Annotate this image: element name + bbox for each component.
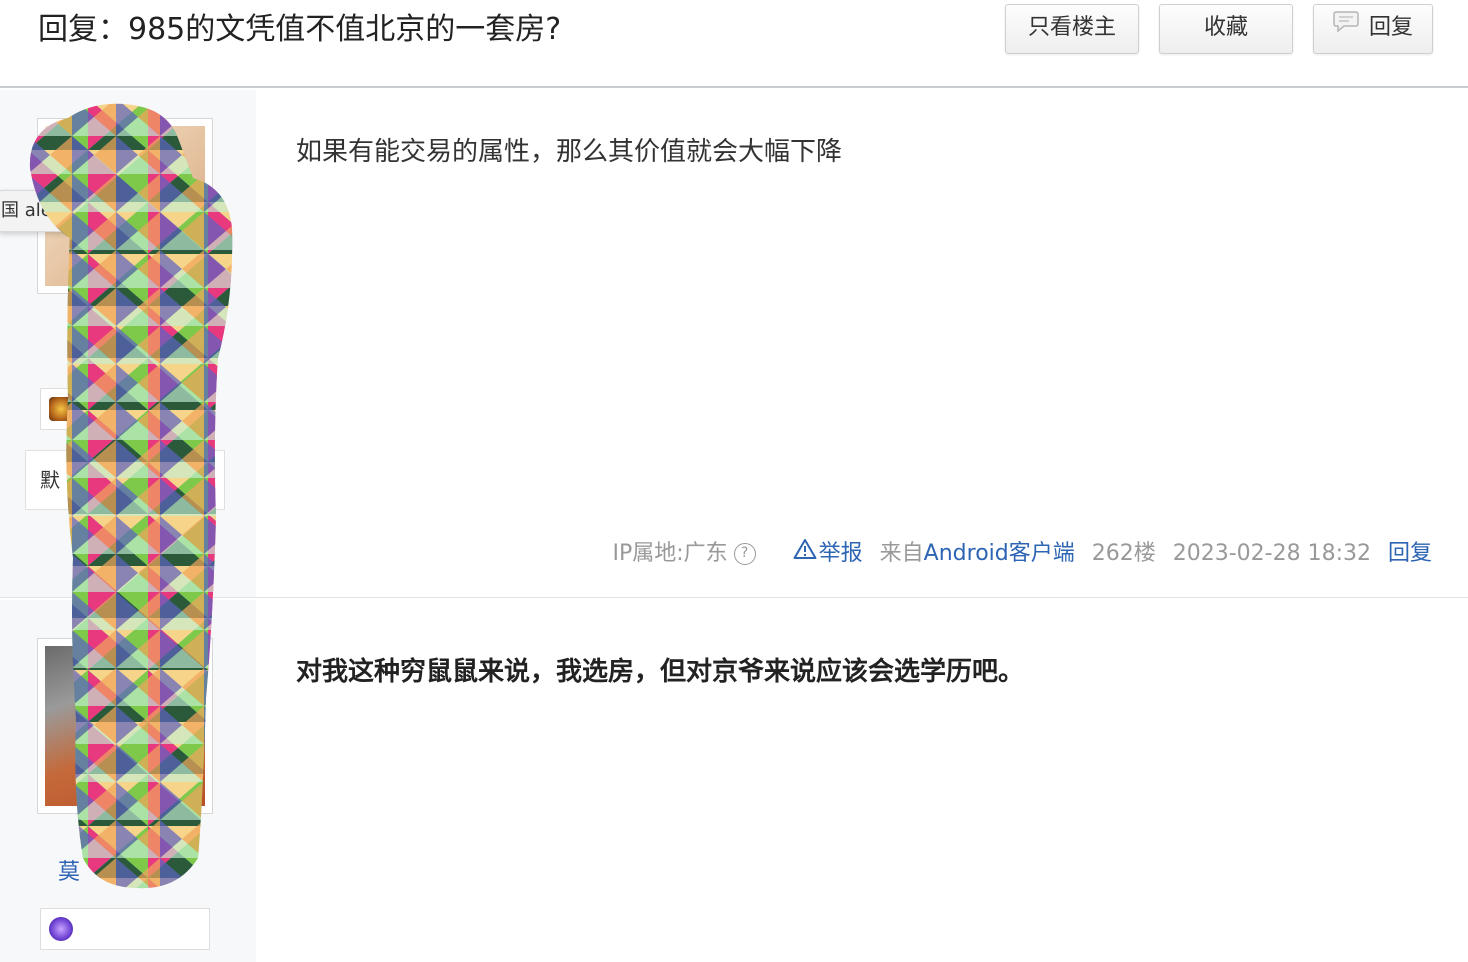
avatar-image xyxy=(45,646,205,806)
author-sidebar: 国 ale 默 xyxy=(0,90,256,597)
post-next: 莫 对我这种穷鼠鼠来说，我选房，但对京爷来说应该会选学历吧。 xyxy=(0,600,1468,962)
post-262: 国 ale 默 如果有能交易的属性，那么其价值就会大幅下降 IP属地:广东? 举… xyxy=(0,90,1468,598)
speech-bubble-icon xyxy=(1333,3,1359,49)
reply-link[interactable]: 回复 xyxy=(1388,538,1432,570)
avatar[interactable] xyxy=(37,638,213,814)
client-link[interactable]: Android客户端 xyxy=(924,538,1075,570)
username-link[interactable]: 莫 xyxy=(58,854,80,886)
floor-number: 262楼 xyxy=(1091,541,1156,566)
post-content: 如果有能交易的属性，那么其价值就会大幅下降 xyxy=(296,137,843,167)
report-link[interactable]: 举报 xyxy=(819,538,863,570)
reply-button-label: 回复 xyxy=(1368,15,1413,40)
favorite-button[interactable]: 收藏 xyxy=(1159,4,1293,54)
post-tail: IP属地:广东? 举报 来自Android客户端 262楼 2023-02-28… xyxy=(612,538,1432,570)
post-time: 2023-02-28 18:32 xyxy=(1172,541,1371,566)
level-badge[interactable] xyxy=(40,908,210,950)
reply-button[interactable]: 回复 xyxy=(1313,4,1433,54)
thread-title: 回复：985的文凭值不值北京的一套房? xyxy=(38,12,562,47)
nickname-box[interactable]: 默 xyxy=(25,450,225,510)
post-content: 对我这种穷鼠鼠来说，我选房，但对京爷来说应该会选学历吧。 xyxy=(296,657,1025,687)
warning-triangle-icon[interactable] xyxy=(793,538,817,570)
thread-header: 回复：985的文凭值不值北京的一套房? 只看楼主 收藏 回复 xyxy=(0,0,1468,88)
author-sidebar: 莫 xyxy=(0,600,256,962)
level-badge[interactable] xyxy=(40,388,210,430)
badge-icon xyxy=(49,397,73,421)
from-prefix: 来自 xyxy=(879,541,924,566)
tooltip: 国 ale xyxy=(0,190,118,232)
ip-location: IP属地:广东 xyxy=(612,541,728,566)
only-op-button[interactable]: 只看楼主 xyxy=(1005,4,1139,54)
badge-icon xyxy=(49,917,73,941)
question-circle-icon[interactable]: ? xyxy=(733,543,756,565)
